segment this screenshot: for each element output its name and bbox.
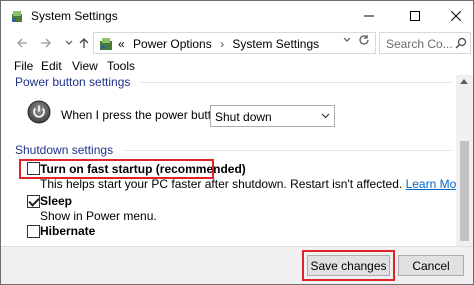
chevron-down-icon <box>343 37 351 42</box>
menu-file[interactable]: File <box>14 59 33 73</box>
arrow-left-icon <box>17 38 27 48</box>
maximize-button[interactable] <box>398 1 432 31</box>
chevron-down-icon <box>65 40 73 45</box>
breadcrumb: « Power Options › System Settings <box>118 37 319 51</box>
arrow-right-icon <box>41 38 51 48</box>
fast-startup-highlight <box>19 159 214 179</box>
scroll-up-icon[interactable] <box>460 77 468 86</box>
arrow-up-icon <box>79 38 89 48</box>
system-settings-window: System Settings « Power Options › System… <box>0 0 474 285</box>
section-title-power-button: Power button settings <box>15 75 131 89</box>
search-icon[interactable] <box>455 37 467 49</box>
close-button[interactable] <box>439 1 473 31</box>
hibernate-label[interactable]: Hibernate <box>40 224 95 238</box>
navigation-bar: « Power Options › System Settings Search… <box>1 31 473 57</box>
menu-edit[interactable]: Edit <box>41 59 62 73</box>
breadcrumb-separator[interactable]: › <box>220 37 224 51</box>
section-divider <box>141 82 451 83</box>
sleep-label[interactable]: Sleep <box>40 194 72 208</box>
settings-content: Power button settings When I press the p… <box>1 75 473 246</box>
sleep-description: Show in Power menu. <box>40 209 157 223</box>
section-divider <box>123 150 451 151</box>
breadcrumb-system-settings[interactable]: System Settings <box>232 37 319 51</box>
title-bar: System Settings <box>1 1 473 31</box>
menu-tools[interactable]: Tools <box>107 59 135 73</box>
search-box[interactable]: Search Co... <box>379 32 471 54</box>
forward-button[interactable] <box>38 35 54 51</box>
fast-startup-description: This helps start your PC faster after sh… <box>40 177 467 191</box>
window-title: System Settings <box>31 9 118 23</box>
scroll-thumb[interactable] <box>460 141 469 241</box>
menu-bar: File Edit View Tools <box>1 57 473 75</box>
power-options-app-icon <box>12 11 22 22</box>
menu-view[interactable]: View <box>72 59 98 73</box>
hibernate-checkbox[interactable] <box>27 225 40 238</box>
address-dropdown-button[interactable] <box>343 36 351 46</box>
vertical-scrollbar[interactable] <box>456 75 473 246</box>
power-button-action-select[interactable]: Shut down <box>210 105 335 127</box>
dialog-footer: Save changes Cancel <box>1 246 473 284</box>
cancel-button[interactable]: Cancel <box>398 255 464 276</box>
refresh-button[interactable] <box>358 34 370 49</box>
chevron-down-icon <box>321 111 330 122</box>
save-changes-button[interactable]: Save changes <box>307 255 390 276</box>
power-button-label: When I press the power button: <box>61 108 228 122</box>
search-input[interactable]: Search Co... <box>386 37 453 51</box>
back-button[interactable] <box>14 35 30 51</box>
recent-locations-button[interactable] <box>61 35 77 51</box>
minimize-button[interactable] <box>352 1 386 31</box>
power-button-action-value: Shut down <box>215 110 272 124</box>
control-panel-icon <box>100 38 112 50</box>
power-button-icon <box>27 100 51 124</box>
section-title-shutdown: Shutdown settings <box>15 143 114 157</box>
address-bar[interactable]: « Power Options › System Settings <box>93 32 376 54</box>
breadcrumb-overflow[interactable]: « <box>118 37 125 51</box>
up-button[interactable] <box>76 35 92 51</box>
breadcrumb-power-options[interactable]: Power Options <box>133 37 212 51</box>
sleep-checkbox[interactable] <box>27 195 40 208</box>
refresh-icon <box>359 35 369 45</box>
